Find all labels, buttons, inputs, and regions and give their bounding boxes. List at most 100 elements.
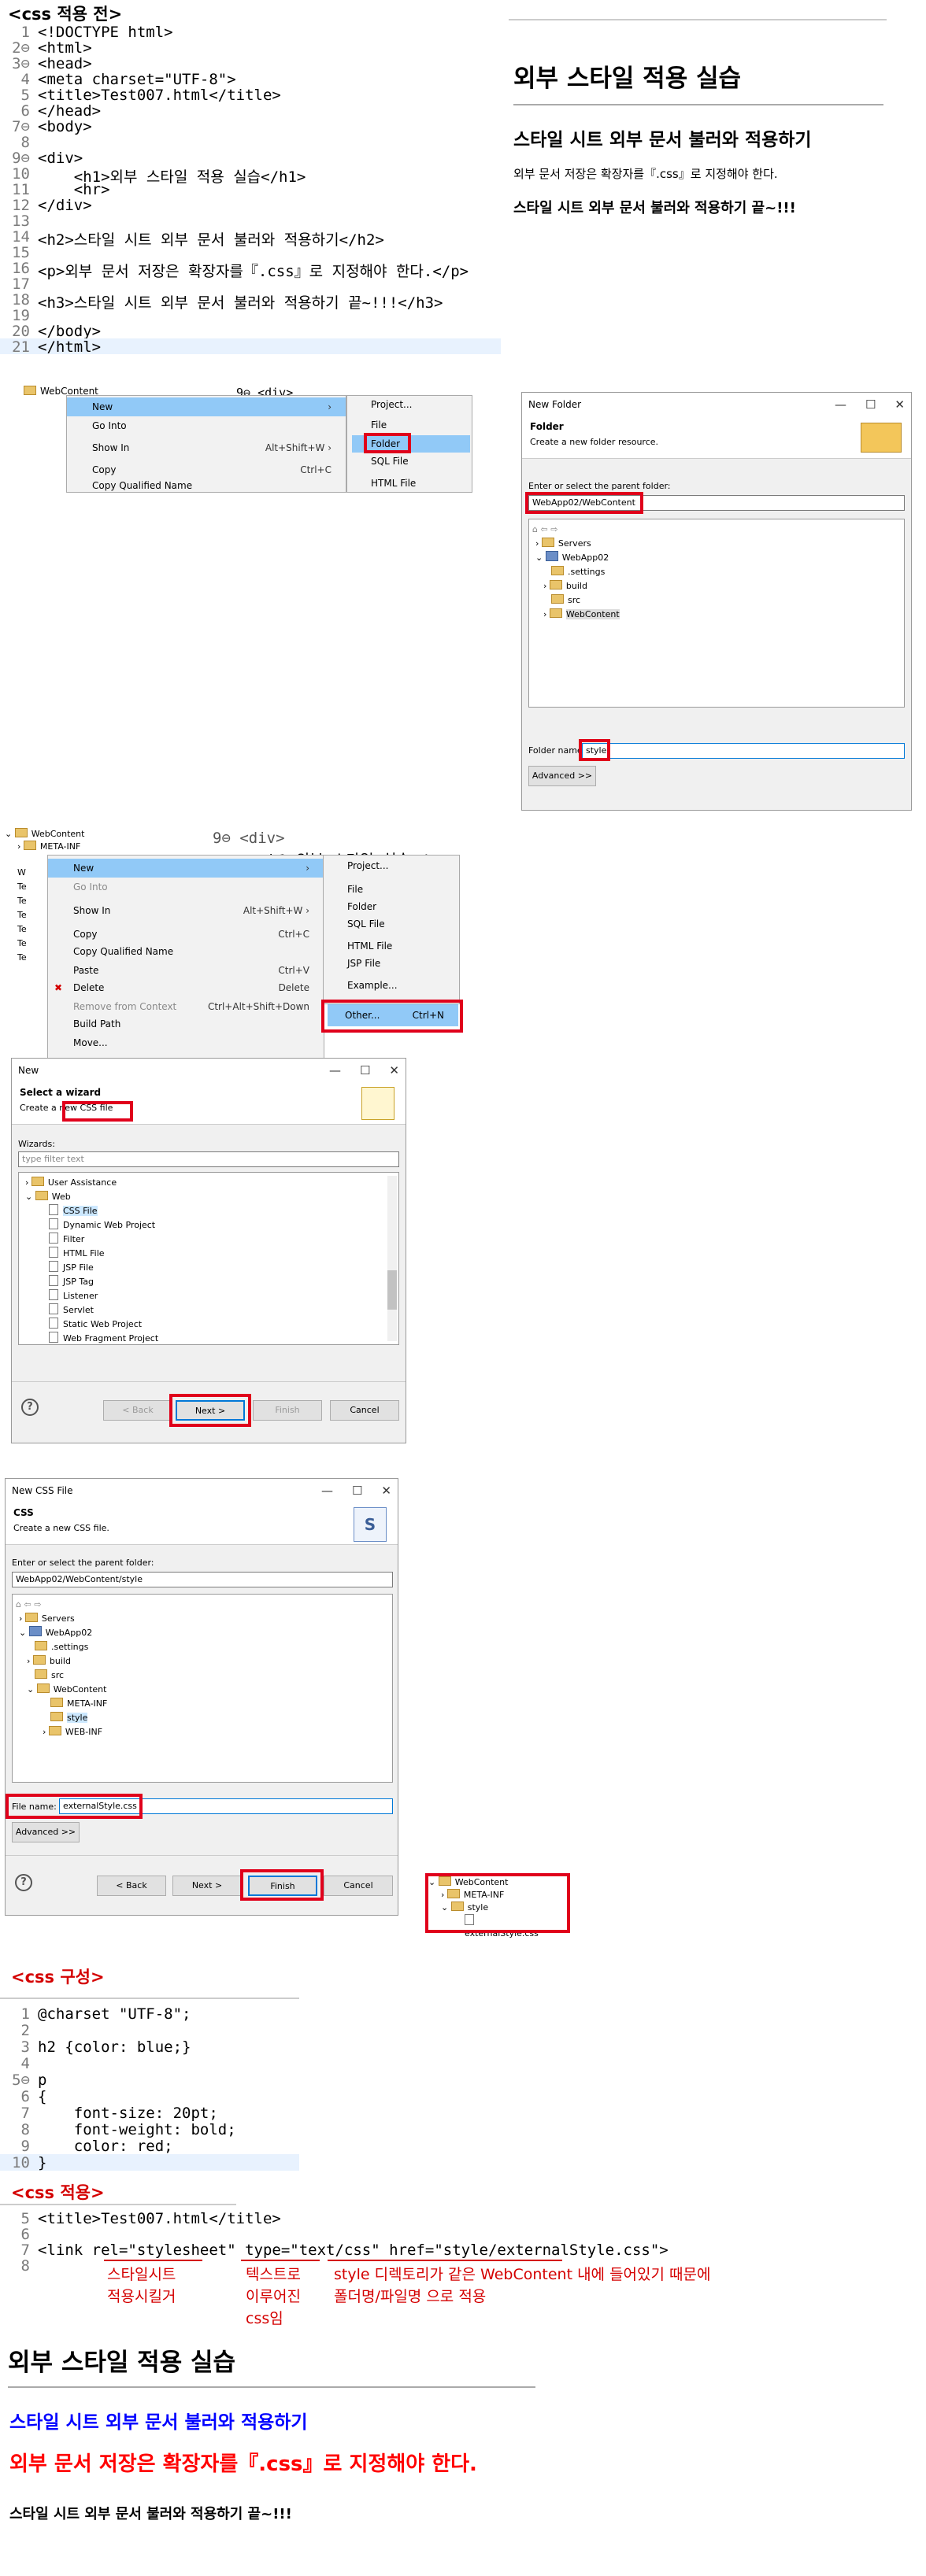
wiz-html[interactable]: HTML File — [22, 1247, 395, 1261]
wiz-user-assistance[interactable]: › User Assistance — [22, 1176, 395, 1190]
css-code-editor[interactable]: 1 @charset "UTF-8"; 2 3 h2 {color: blue;} 4 5⊖… — [0, 2005, 299, 2186]
sub2-folder[interactable]: Folder — [347, 901, 376, 912]
css-tree-webinf[interactable]: › WEB-INF — [16, 1725, 389, 1739]
code-line[interactable]: <!DOCTYPE html> — [38, 24, 173, 41]
wizard-scrollbar[interactable] — [387, 1176, 397, 1341]
tree-webcontent[interactable]: › WebContent — [532, 608, 901, 622]
code-line[interactable]: font-size: 20pt; — [38, 2105, 218, 2122]
wiz-filter[interactable]: Filter — [22, 1233, 395, 1247]
css-tree-metainf[interactable]: META-INF — [16, 1697, 389, 1711]
css-parent-input[interactable]: WebApp02/WebContent/style — [12, 1572, 393, 1587]
code-line[interactable]: <div> — [38, 150, 83, 167]
wiz-static-web[interactable]: Static Web Project — [22, 1318, 395, 1332]
code-line[interactable]: color: red; — [38, 2138, 173, 2155]
help-icon[interactable]: ? — [21, 1399, 39, 1416]
wiz-web-fragment[interactable]: Web Fragment Project — [22, 1332, 395, 1344]
maximize-icon[interactable]: ☐ — [865, 397, 876, 412]
sub2-html-file[interactable]: HTML File — [347, 941, 392, 952]
code-line[interactable]: </div> — [38, 197, 92, 214]
html-code-editor[interactable]: 1 <!DOCTYPE html> 2⊖ <html> 3⊖ <head> 4 <meta c… — [0, 24, 501, 370]
sub2-jsp-file[interactable]: JSP File — [347, 958, 380, 969]
css-tree-webcontent[interactable]: ⌄ WebContent — [16, 1683, 389, 1697]
tree-settings[interactable]: .settings — [532, 565, 901, 579]
code-line[interactable]: </head> — [38, 102, 101, 120]
sub2-file[interactable]: File — [347, 884, 363, 895]
code-line[interactable]: </html> — [38, 338, 101, 356]
css-next-button[interactable]: Next > — [172, 1876, 242, 1896]
wiz-jsp[interactable]: JSP File — [22, 1261, 395, 1275]
menu2-go-into[interactable]: Go Into — [48, 878, 324, 896]
sub1-file[interactable]: File — [371, 419, 387, 431]
code-line[interactable]: <link rel="stylesheet" type="text/css" h… — [38, 2242, 669, 2259]
menu2-move[interactable]: Move... — [48, 1033, 324, 1052]
sub1-sql-file[interactable]: SQL File — [371, 456, 409, 467]
folder-name-input[interactable]: style — [582, 743, 905, 759]
code-line[interactable]: } — [38, 2154, 46, 2171]
menu2-copy[interactable]: Copy Ctrl+C — [48, 925, 324, 944]
css-tree-servers[interactable]: › Servers — [16, 1612, 389, 1626]
advanced-button[interactable]: Advanced >> — [528, 766, 596, 786]
tree-webapp02[interactable]: ⌄ WebApp02 — [532, 551, 901, 565]
tree2-metainf[interactable]: › META-INF — [17, 841, 80, 852]
menu1-go-into[interactable]: Go Into — [67, 416, 346, 435]
folder-tree[interactable]: ⌂ ⇦ ⇨ › Servers ⌄ WebApp02 .settings › b… — [528, 519, 905, 708]
code-line[interactable]: <h3>스타일 시트 외부 문서 불러와 적용하기 끝~!!!</h3> — [38, 291, 443, 312]
menu2-delete[interactable]: ✖ Delete Delete — [48, 978, 324, 997]
code-line[interactable]: h2 {color: blue;} — [38, 2038, 191, 2056]
css-tree-settings[interactable]: .settings — [16, 1640, 389, 1654]
minimize-icon[interactable]: — — [835, 397, 846, 412]
close-icon[interactable]: ✕ — [381, 1484, 391, 1498]
tree2-webcontent[interactable]: ⌄ WebContent — [5, 828, 84, 839]
wizard-finish-button[interactable]: Finish — [253, 1400, 322, 1421]
sub1-html-file[interactable]: HTML File — [371, 478, 416, 489]
css-tree-build[interactable]: › build — [16, 1654, 389, 1669]
tree-src[interactable]: src — [532, 593, 901, 608]
css-tree-src[interactable]: src — [16, 1669, 389, 1683]
css-back-button[interactable]: < Back — [97, 1876, 166, 1896]
menu2-copy-qualified[interactable]: Copy Qualified Name — [48, 942, 324, 961]
maximize-icon[interactable]: ☐ — [352, 1484, 362, 1498]
menu1-new[interactable]: New › — [67, 397, 346, 416]
code-line[interactable]: <h2>스타일 시트 외부 문서 불러와 적용하기</h2> — [38, 228, 384, 249]
code-line[interactable]: { — [38, 2088, 46, 2105]
code-line[interactable]: font-weight: bold; — [38, 2121, 236, 2138]
wiz-jsp-tag[interactable]: JSP Tag — [22, 1275, 395, 1289]
wiz-css-file[interactable]: CSS File — [22, 1204, 395, 1218]
menu2-paste[interactable]: Paste Ctrl+V — [48, 961, 324, 980]
menu1-copy-qualified[interactable]: Copy Qualified Name — [67, 478, 346, 493]
minimize-icon[interactable]: — — [321, 1484, 333, 1498]
code-line[interactable]: <title>Test007.html</title> — [38, 2210, 281, 2227]
css-tree-webapp02[interactable]: ⌄ WebApp02 — [16, 1626, 389, 1640]
menu2-build-path[interactable]: Build Path — [48, 1015, 324, 1033]
close-icon[interactable]: ✕ — [895, 397, 905, 412]
wiz-dynamic-web[interactable]: Dynamic Web Project — [22, 1218, 395, 1233]
wizard-filter-input[interactable]: type filter text — [18, 1151, 399, 1167]
code-line[interactable]: <body> — [38, 118, 92, 135]
code-line[interactable]: </body> — [38, 323, 101, 340]
code-line[interactable]: <title>Test007.html</title> — [38, 87, 281, 104]
css-tree-style[interactable]: style — [16, 1711, 389, 1725]
code-line[interactable]: p — [38, 2072, 46, 2089]
wizard-tree[interactable]: › User Assistance ⌄ Web CSS File Dynamic… — [18, 1172, 399, 1345]
code-line[interactable]: <hr> — [38, 181, 110, 198]
menu1-copy[interactable]: Copy Ctrl+C — [67, 460, 346, 479]
wiz-web[interactable]: ⌄ Web — [22, 1190, 395, 1204]
code-line[interactable]: <html> — [38, 39, 92, 57]
menu2-show-in[interactable]: Show In Alt+Shift+W › — [48, 901, 324, 920]
wiz-servlet[interactable]: Servlet — [22, 1303, 395, 1318]
maximize-icon[interactable]: ☐ — [360, 1063, 370, 1077]
code-line[interactable]: <meta charset="UTF-8"> — [38, 71, 236, 88]
sub2-sql-file[interactable]: SQL File — [347, 918, 385, 930]
menu1-show-in[interactable]: Show In Alt+Shift+W › — [67, 438, 346, 457]
sub2-project[interactable]: Project... — [347, 860, 389, 871]
close-icon[interactable]: ✕ — [389, 1063, 399, 1077]
code-line[interactable]: @charset "UTF-8"; — [38, 2005, 191, 2023]
minimize-icon[interactable]: — — [329, 1063, 341, 1077]
menu2-remove-context[interactable]: Remove from Context Ctrl+Alt+Shift+Down — [48, 997, 324, 1016]
help-icon[interactable]: ? — [15, 1874, 32, 1891]
sub2-example[interactable]: Example... — [347, 980, 398, 991]
code-line[interactable]: <p>외부 문서 저장은 확장자를『.css』로 지정해야 한다.</p> — [38, 260, 469, 281]
menu2-new[interactable]: New › — [48, 859, 324, 878]
tree-build[interactable]: › build — [532, 579, 901, 593]
css-cancel-button[interactable]: Cancel — [324, 1876, 393, 1896]
